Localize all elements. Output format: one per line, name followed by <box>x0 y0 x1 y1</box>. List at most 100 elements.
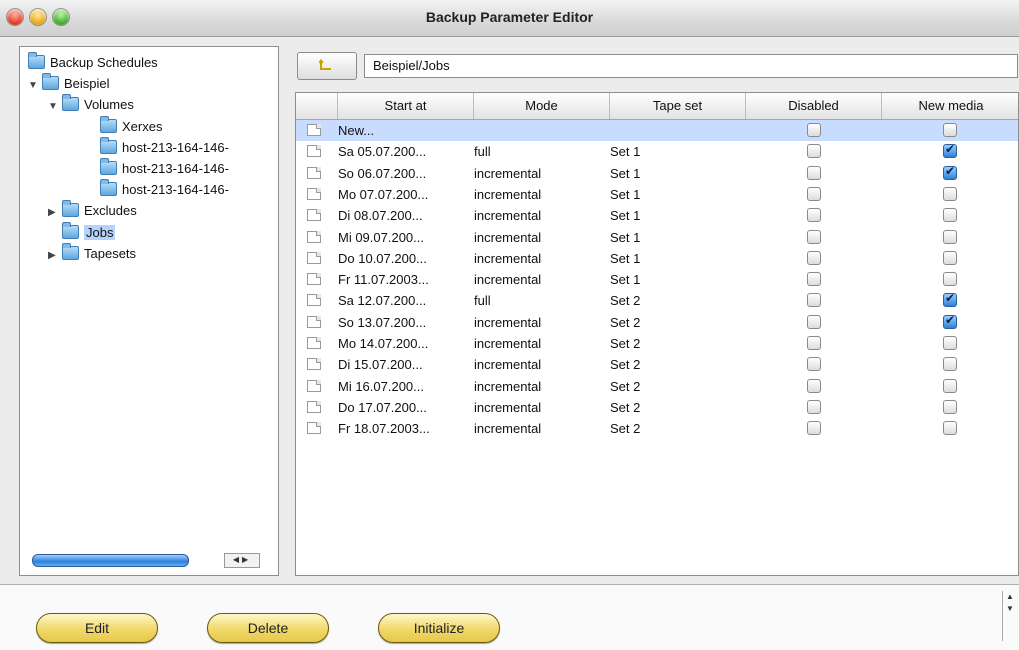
column-header-newmedia[interactable]: New media <box>882 93 1018 119</box>
disclosure-open-icon[interactable]: ▼ <box>28 76 42 96</box>
tree-item-label: Jobs <box>84 224 116 240</box>
new-media-checkbox[interactable] <box>943 313 957 329</box>
table-row[interactable]: Mo 14.07.200... incremental Set 2 <box>296 333 1018 354</box>
disabled-checkbox[interactable] <box>807 421 821 436</box>
new-media-checkbox[interactable] <box>943 123 957 137</box>
tree-horizontal-scrollbar[interactable]: ◀▶ <box>28 551 270 568</box>
cell-tapeset: Set 1 <box>610 208 641 224</box>
disabled-checkbox[interactable] <box>807 208 821 223</box>
action-bar: Edit Delete Initialize ▲ ▼ <box>0 584 1019 650</box>
tree-item-label: host-213-164-146- <box>122 139 229 155</box>
disclosure-closed-icon[interactable]: ▶ <box>48 246 62 266</box>
edit-button[interactable]: Edit <box>36 613 158 643</box>
delete-button[interactable]: Delete <box>207 613 329 643</box>
cell-tapeset: Set 1 <box>610 165 641 181</box>
disabled-checkbox[interactable] <box>807 165 821 180</box>
cell-mode: incremental <box>474 336 542 351</box>
table-row[interactable]: Di 15.07.200... incremental Set 2 <box>296 354 1018 375</box>
table-row[interactable]: Sa 12.07.200... full Set 2 <box>296 290 1018 311</box>
tree-item[interactable]: ▼ Volumes <box>48 94 134 117</box>
cell-tapeset: Set 1 <box>610 186 641 202</box>
tree-item[interactable]: host-213-164-146- <box>100 179 229 200</box>
table-row[interactable]: Fr 11.07.2003... incremental Set 1 <box>296 269 1018 290</box>
scrollbar-thumb[interactable] <box>32 554 189 567</box>
table-row[interactable]: New... <box>296 120 1018 141</box>
cell-start: Do 17.07.200... <box>338 399 427 415</box>
disabled-checkbox[interactable] <box>807 399 821 414</box>
tree-item[interactable]: Xerxes <box>100 115 163 137</box>
disabled-checkbox[interactable] <box>807 272 821 287</box>
disabled-checkbox[interactable] <box>807 336 821 350</box>
disabled-checkbox[interactable] <box>807 229 821 244</box>
new-media-checkbox[interactable] <box>943 142 957 159</box>
disabled-checkbox[interactable] <box>807 123 821 137</box>
cell-mode: incremental <box>474 208 542 224</box>
document-icon <box>307 209 321 222</box>
table-row[interactable]: Mi 09.07.200... incremental Set 1 <box>296 227 1018 248</box>
cell-start: Sa 12.07.200... <box>338 293 427 309</box>
table-row[interactable]: Fr 18.07.2003... incremental Set 2 <box>296 418 1018 439</box>
new-media-checkbox[interactable] <box>943 164 957 180</box>
disabled-checkbox[interactable] <box>807 357 821 372</box>
table-row[interactable]: Sa 05.07.200... full Set 1 <box>296 141 1018 162</box>
table-row[interactable]: Do 10.07.200... incremental Set 1 <box>296 248 1018 269</box>
disabled-checkbox[interactable] <box>807 293 821 308</box>
tree-item[interactable]: host-213-164-146- <box>100 136 229 158</box>
tree-item[interactable]: host-213-164-146- <box>100 158 229 179</box>
disclosure-closed-icon[interactable]: ▶ <box>48 203 62 223</box>
table-row[interactable]: So 06.07.200... incremental Set 1 <box>296 163 1018 184</box>
cell-tapeset: Set 2 <box>610 293 641 309</box>
tree-item[interactable]: ▼ Beispiel <box>28 73 110 96</box>
disabled-checkbox[interactable] <box>807 378 821 393</box>
disabled-checkbox[interactable] <box>807 186 821 201</box>
folder-icon <box>28 52 45 69</box>
new-media-checkbox[interactable] <box>943 357 957 372</box>
cell-mode: incremental <box>474 165 542 181</box>
new-media-checkbox[interactable] <box>943 336 957 350</box>
table-header: Start at Mode Tape set Disabled New medi… <box>296 93 1018 120</box>
cell-mode: incremental <box>474 421 542 437</box>
cell-mode: incremental <box>474 250 542 266</box>
new-media-checkbox[interactable] <box>943 291 957 308</box>
tree-item-label: Xerxes <box>122 118 163 134</box>
cell-tapeset: Set 2 <box>610 421 641 437</box>
new-media-checkbox[interactable] <box>943 186 957 201</box>
jobs-table[interactable]: Start at Mode Tape set Disabled New medi… <box>295 92 1019 576</box>
window-title: Backup Parameter Editor <box>425 9 594 25</box>
initialize-button[interactable]: Initialize <box>378 613 500 643</box>
column-header-tapeset[interactable]: Tape set <box>610 93 746 119</box>
new-media-checkbox[interactable] <box>943 399 957 414</box>
tree-item[interactable]: ▶ Excludes <box>48 200 137 223</box>
table-row[interactable]: Mo 07.07.200... incremental Set 1 <box>296 184 1018 205</box>
table-row[interactable]: Mi 16.07.200... incremental Set 2 <box>296 376 1018 397</box>
column-header-start[interactable]: Start at <box>338 93 474 119</box>
folder-icon <box>62 242 79 260</box>
table-row[interactable]: Di 08.07.200... incremental Set 1 <box>296 205 1018 226</box>
tree-item[interactable]: Backup Schedules <box>28 52 158 73</box>
disabled-checkbox[interactable] <box>807 144 821 159</box>
bottom-scrollbar[interactable]: ▲ ▼ <box>1002 591 1017 641</box>
document-icon <box>307 422 321 435</box>
path-field[interactable]: Beispiel/Jobs <box>364 54 1018 78</box>
new-media-checkbox[interactable] <box>943 272 957 287</box>
up-folder-button[interactable] <box>297 52 357 80</box>
disclosure-open-icon[interactable]: ▼ <box>48 97 62 117</box>
disabled-checkbox[interactable] <box>807 314 821 329</box>
table-row[interactable]: So 13.07.200... incremental Set 2 <box>296 312 1018 333</box>
tree-item[interactable]: Jobs <box>48 221 116 243</box>
tree-item-label: Backup Schedules <box>50 55 158 70</box>
scroll-arrows[interactable]: ◀▶ <box>224 553 260 568</box>
column-header-mode[interactable]: Mode <box>474 93 610 119</box>
disabled-checkbox[interactable] <box>807 250 821 265</box>
cell-tapeset: Set 2 <box>610 399 641 415</box>
new-media-checkbox[interactable] <box>943 250 957 265</box>
tree-item[interactable]: ▶ Tapesets <box>48 242 136 266</box>
new-media-checkbox[interactable] <box>943 378 957 393</box>
new-media-checkbox[interactable] <box>943 229 957 244</box>
new-media-checkbox[interactable] <box>943 208 957 223</box>
column-header-disabled[interactable]: Disabled <box>746 93 882 119</box>
new-media-checkbox[interactable] <box>943 421 957 436</box>
cell-mode: incremental <box>474 399 542 415</box>
table-row[interactable]: Do 17.07.200... incremental Set 2 <box>296 397 1018 418</box>
schedule-tree[interactable]: Backup Schedules ▼ Beispiel ▼ Volumes Xerxes h… <box>19 46 279 576</box>
